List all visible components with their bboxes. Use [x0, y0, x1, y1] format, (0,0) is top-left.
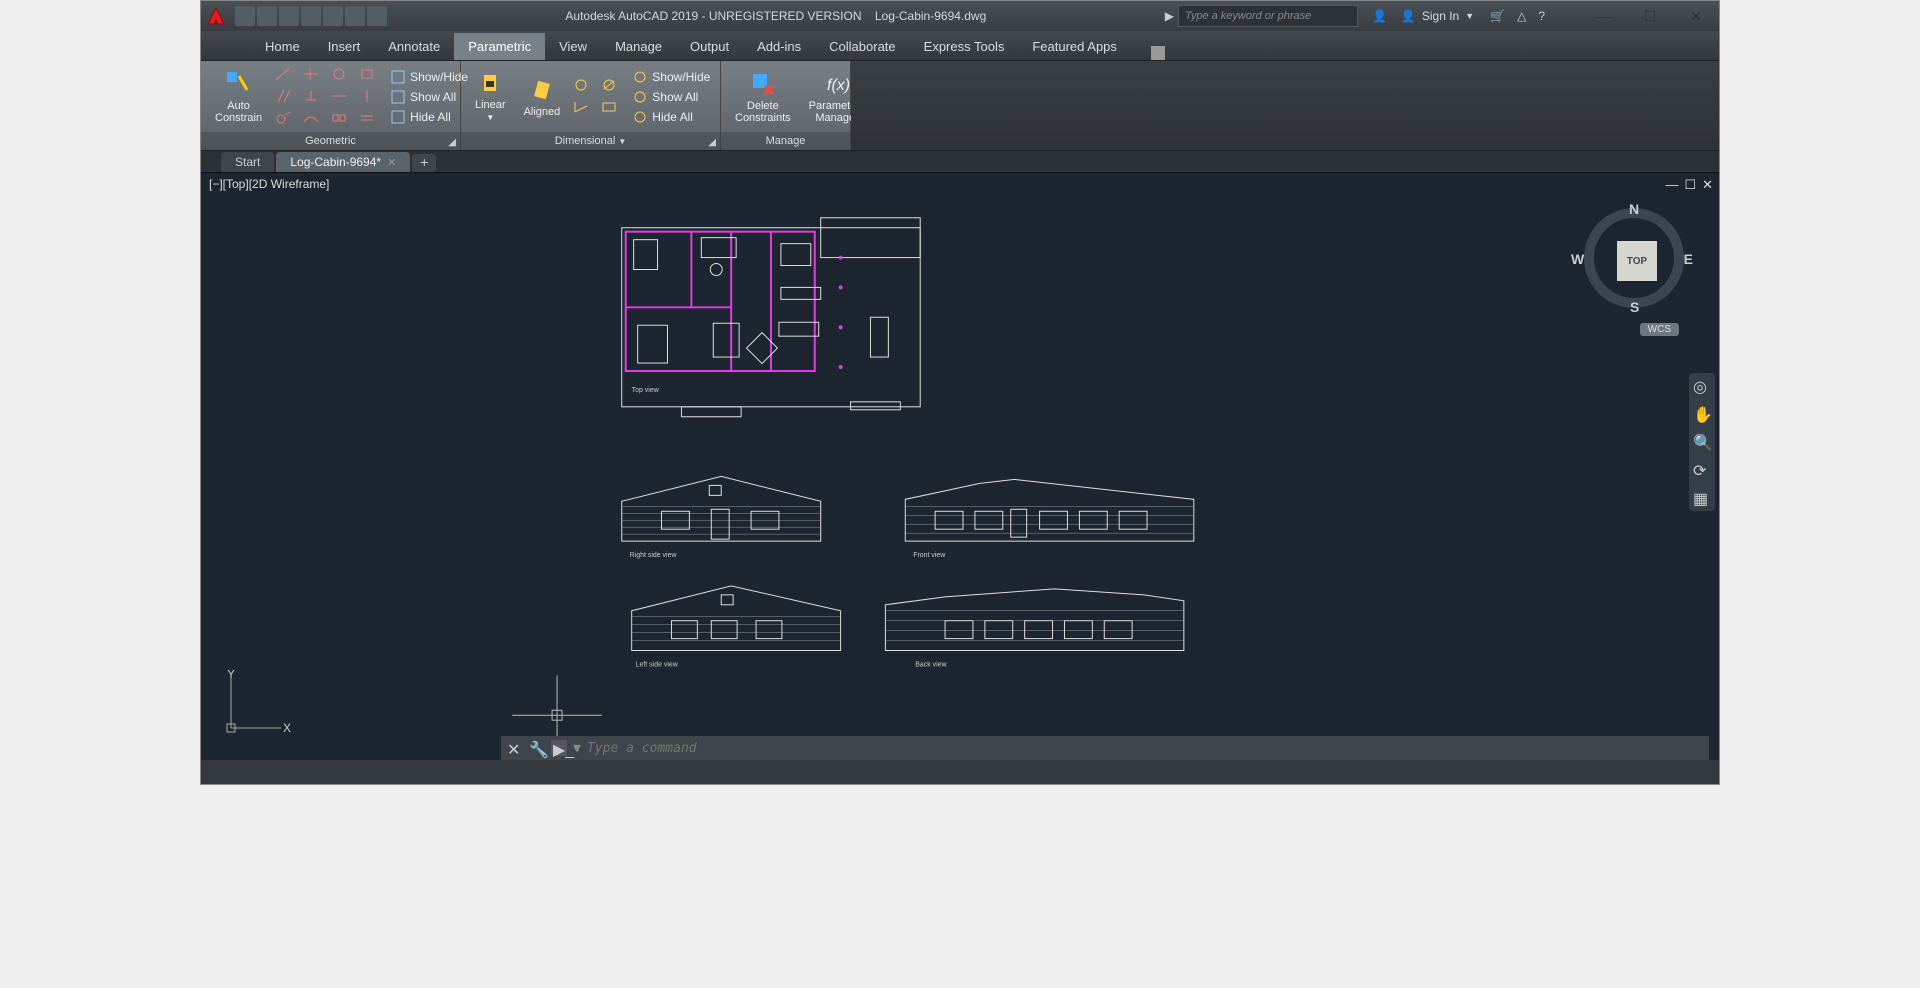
quick-access-toolbar: [231, 6, 391, 26]
panel-toggle-icon[interactable]: [1151, 46, 1165, 60]
panel-expand-icon[interactable]: ◢: [708, 134, 716, 152]
panel-dimensional: Linear▼ Aligned Show/Hide Show All Hide …: [461, 61, 721, 150]
dim-hideall-button[interactable]: Hide All: [628, 108, 714, 126]
fix-icon[interactable]: [358, 66, 376, 82]
concentric-icon[interactable]: [330, 66, 348, 82]
svg-text:f(x): f(x): [827, 77, 850, 94]
tab-home[interactable]: Home: [251, 33, 314, 60]
dim-showhide-button[interactable]: Show/Hide: [628, 68, 714, 86]
save-icon[interactable]: [279, 6, 299, 26]
perpendicular-icon[interactable]: [302, 88, 320, 104]
geo-showhide-button[interactable]: Show/Hide: [386, 68, 472, 86]
parallel-icon[interactable]: [274, 88, 292, 104]
drawing-viewport[interactable]: [−][Top][2D Wireframe] ― ☐ ✕ TOP N S E W…: [201, 173, 1719, 760]
ribbon: Auto Constrain Show/Hi: [201, 61, 1719, 151]
coincident-icon[interactable]: [274, 66, 292, 82]
vertical-icon[interactable]: [358, 88, 376, 104]
tab-manage[interactable]: Manage: [601, 33, 676, 60]
tab-featured-apps[interactable]: Featured Apps: [1018, 33, 1131, 60]
dim-showall-button[interactable]: Show All: [628, 88, 714, 106]
label-left-view: Left side view: [636, 661, 679, 668]
label-back-view: Back view: [915, 661, 947, 668]
label-front-view: Front view: [913, 552, 946, 559]
drawing-tab[interactable]: Log-Cabin-9694*✕: [276, 152, 410, 172]
smooth-icon[interactable]: [302, 110, 320, 126]
svg-text:Y: Y: [227, 670, 235, 681]
aligned-button[interactable]: Aligned: [518, 74, 567, 120]
collinear-icon[interactable]: [302, 66, 320, 82]
file-tabs: Start Log-Cabin-9694*✕ +: [201, 151, 1719, 173]
plot-icon[interactable]: [323, 6, 343, 26]
person-icon: 👤: [1401, 9, 1416, 23]
help-icon[interactable]: ?: [1532, 9, 1551, 23]
ucs-icon[interactable]: X Y: [221, 670, 291, 740]
close-tab-icon[interactable]: ✕: [387, 156, 396, 169]
app-logo[interactable]: [201, 1, 231, 31]
label-top-view: Top view: [632, 387, 660, 394]
tangent-icon[interactable]: [274, 110, 292, 126]
redo-icon[interactable]: [367, 6, 387, 26]
search-run-icon[interactable]: ▶: [1161, 9, 1178, 23]
delete-constraints-button[interactable]: Delete Constraints: [729, 68, 797, 126]
app-icon[interactable]: △: [1511, 9, 1532, 23]
command-line[interactable]: ✕ 🔧 ▶_ ▾: [501, 736, 1709, 760]
title-bar: Autodesk AutoCAD 2019 - UNREGISTERED VER…: [201, 1, 1719, 31]
chevron-down-icon: ▼: [486, 113, 494, 122]
window-controls: ― ☐ ✕: [1581, 1, 1719, 31]
sign-in-button[interactable]: 👤 Sign In ▼: [1391, 9, 1484, 23]
label-right-view: Right side view: [630, 552, 678, 559]
tab-addins[interactable]: Add-ins: [743, 33, 815, 60]
autodesk-account-icon[interactable]: 👤: [1368, 9, 1391, 23]
minimize-button[interactable]: ―: [1581, 1, 1627, 31]
svg-text:X: X: [283, 721, 291, 735]
start-tab[interactable]: Start: [221, 152, 274, 172]
tab-insert[interactable]: Insert: [314, 33, 375, 60]
command-input[interactable]: [587, 741, 1703, 756]
saveas-icon[interactable]: [301, 6, 321, 26]
dim-convert-icon[interactable]: [600, 99, 618, 115]
drawing-canvas[interactable]: Top view Right side view: [201, 173, 1719, 760]
dim-radial-icon[interactable]: [572, 77, 590, 93]
tab-express-tools[interactable]: Express Tools: [910, 33, 1019, 60]
search-input[interactable]: Type a keyword or phrase: [1178, 5, 1358, 27]
dim-diameter-icon[interactable]: [600, 77, 618, 93]
geo-showall-button[interactable]: Show All: [386, 88, 472, 106]
dim-angular-icon[interactable]: [572, 99, 590, 115]
panel-expand-icon[interactable]: ◢: [448, 134, 456, 152]
tab-collaborate[interactable]: Collaborate: [815, 33, 910, 60]
symmetric-icon[interactable]: [330, 110, 348, 126]
linear-button[interactable]: Linear▼: [469, 67, 512, 126]
undo-icon[interactable]: [345, 6, 365, 26]
cmdline-config-icon[interactable]: 🔧: [529, 740, 545, 756]
tab-annotate[interactable]: Annotate: [374, 33, 454, 60]
file-name: Log-Cabin-9694.dwg: [875, 9, 986, 23]
close-button[interactable]: ✕: [1673, 1, 1719, 31]
panel-geometric: Auto Constrain Show/Hi: [201, 61, 461, 150]
horizontal-icon[interactable]: [330, 88, 348, 104]
chevron-down-icon: ▼: [1465, 11, 1474, 21]
ribbon-tabs: Home Insert Annotate Parametric View Man…: [201, 31, 1719, 61]
equal-icon[interactable]: [358, 110, 376, 126]
tab-parametric[interactable]: Parametric: [454, 33, 545, 60]
open-icon[interactable]: [257, 6, 277, 26]
cmdline-prompt-icon[interactable]: ▶_: [551, 740, 567, 756]
app-title: Autodesk AutoCAD 2019 - UNREGISTERED VER…: [391, 9, 1161, 23]
exchange-icon[interactable]: 🛒: [1484, 9, 1511, 23]
chevron-down-icon[interactable]: ▼: [618, 137, 626, 146]
tab-view[interactable]: View: [545, 33, 601, 60]
new-icon[interactable]: [235, 6, 255, 26]
geo-hideall-button[interactable]: Hide All: [386, 108, 472, 126]
add-tab-button[interactable]: +: [412, 154, 436, 172]
cmdline-close-icon[interactable]: ✕: [507, 740, 523, 756]
tab-output[interactable]: Output: [676, 33, 743, 60]
geometric-constraints-grid: [274, 66, 380, 128]
maximize-button[interactable]: ☐: [1627, 1, 1673, 31]
panel-manage: Delete Constraints f(x) Parameters Manag…: [721, 61, 851, 150]
auto-constrain-button[interactable]: Auto Constrain: [209, 68, 268, 126]
